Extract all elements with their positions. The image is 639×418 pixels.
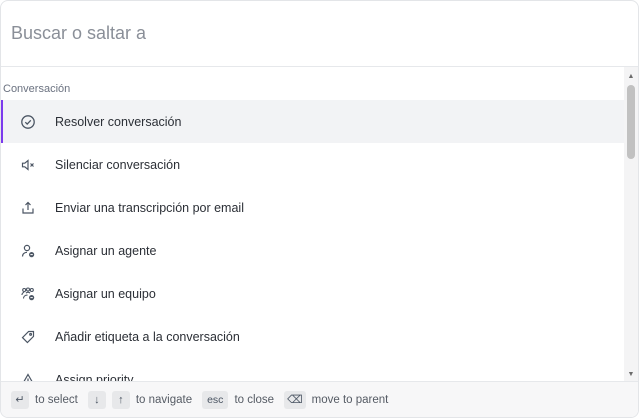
- scroll-up-arrow-icon[interactable]: ▲: [624, 69, 638, 83]
- command-resolve-conversation[interactable]: Resolver conversación: [1, 100, 624, 143]
- command-palette: Conversación Resolver conversación Silen…: [0, 0, 639, 418]
- select-hint: to select: [35, 393, 78, 406]
- backspace-key-icon: ⌫: [284, 390, 306, 409]
- command-label: Asignar un agente: [55, 243, 157, 258]
- command-label: Enviar una transcripción por email: [55, 200, 244, 215]
- tag-icon: [19, 328, 37, 346]
- esc-key: esc: [202, 390, 229, 409]
- arrow-down-key-icon: ↓: [87, 390, 106, 409]
- close-hint: to close: [234, 393, 275, 406]
- scroll-down-arrow-icon[interactable]: ▼: [624, 367, 638, 381]
- command-add-label[interactable]: Añadir etiqueta a la conversación: [1, 315, 624, 358]
- scrollbar-thumb[interactable]: [627, 85, 635, 159]
- mute-icon: [19, 156, 37, 174]
- parent-hint: move to parent: [311, 393, 389, 406]
- enter-key-icon: ↵: [11, 390, 29, 409]
- command-label: Resolver conversación: [55, 114, 182, 129]
- command-label: Silenciar conversación: [55, 157, 181, 172]
- command-assign-priority[interactable]: Assign priority: [1, 358, 624, 383]
- check-circle-icon: [19, 113, 37, 131]
- share-upload-icon: [19, 199, 37, 217]
- assign-team-icon: [19, 285, 37, 303]
- keyboard-hints-footer: ↵ to select ↓ ↑ to navigate esc to close…: [1, 381, 638, 417]
- command-assign-team[interactable]: Asignar un equipo: [1, 272, 624, 315]
- arrow-up-key-icon: ↑: [111, 390, 130, 409]
- command-list: Conversación Resolver conversación Silen…: [1, 67, 624, 383]
- search-input[interactable]: [9, 22, 630, 45]
- command-label: Añadir etiqueta a la conversación: [55, 329, 240, 344]
- command-assign-agent[interactable]: Asignar un agente: [1, 229, 624, 272]
- scrollbar[interactable]: ▲ ▼: [624, 67, 638, 383]
- navigate-hint: to navigate: [135, 393, 193, 406]
- command-email-transcript[interactable]: Enviar una transcripción por email: [1, 186, 624, 229]
- assign-agent-icon: [19, 242, 37, 260]
- command-label: Asignar un equipo: [55, 286, 156, 301]
- command-mute-conversation[interactable]: Silenciar conversación: [1, 143, 624, 186]
- section-title: Conversación: [3, 83, 71, 95]
- search-bar: [1, 1, 638, 67]
